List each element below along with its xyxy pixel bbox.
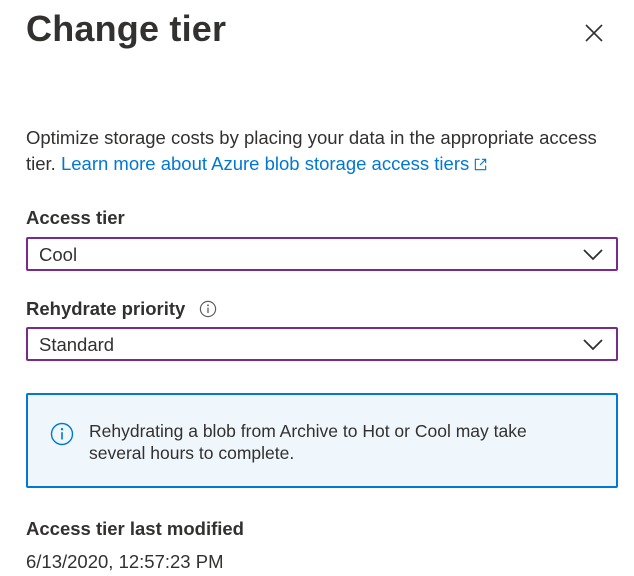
- rehydrate-priority-dropdown[interactable]: Standard: [26, 327, 618, 361]
- chevron-down-icon: [583, 249, 603, 261]
- last-modified-value: 6/13/2020, 12:57:23 PM: [26, 551, 224, 572]
- learn-more-link[interactable]: Learn more about Azure blob storage acce…: [61, 153, 488, 174]
- rehydrate-priority-label: Rehydrate priority: [26, 298, 186, 319]
- rehydrate-info-icon[interactable]: [199, 300, 217, 318]
- access-tier-value: Cool: [39, 244, 78, 265]
- close-button[interactable]: [582, 21, 606, 45]
- last-modified-label: Access tier last modified: [26, 518, 244, 539]
- info-message-text: Rehydrating a blob from Archive to Hot o…: [89, 421, 527, 463]
- rehydrate-priority-value: Standard: [39, 334, 115, 355]
- external-link-icon: [475, 158, 487, 171]
- info-icon: [50, 422, 74, 446]
- description: Optimize storage costs by placing your d…: [26, 125, 616, 177]
- access-tier-dropdown[interactable]: Cool: [26, 237, 618, 271]
- close-icon: [585, 24, 603, 42]
- panel-title: Change tier: [26, 8, 227, 49]
- chevron-down-icon: [583, 339, 603, 351]
- access-tier-label: Access tier: [26, 207, 125, 228]
- learn-more-link-text: Learn more about Azure blob storage acce…: [60, 153, 470, 174]
- change-tier-panel: Change tier Optimize storage costs by pl…: [0, 0, 634, 576]
- info-message-box: Rehydrating a blob from Archive to Hot o…: [26, 393, 618, 488]
